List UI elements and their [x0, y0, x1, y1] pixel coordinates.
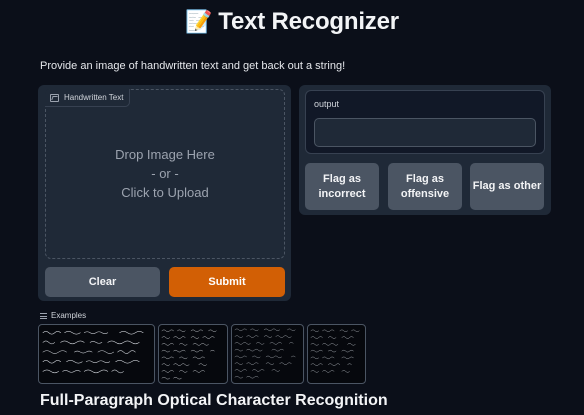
page-title: 📝 Text Recognizer — [0, 8, 584, 36]
drop-line-2: - or - — [151, 166, 179, 181]
handwriting-image-1 — [42, 330, 144, 374]
examples-label: Examples — [51, 311, 87, 320]
output-label: output — [314, 99, 340, 109]
memo-icon: 📝 — [185, 10, 213, 35]
handwriting-image-4 — [310, 329, 360, 373]
page-description: Provide an image of handwritten text and… — [40, 60, 346, 72]
image-icon — [50, 93, 59, 102]
examples-header: Examples — [40, 311, 86, 320]
example-thumbnail-3[interactable] — [231, 324, 304, 384]
example-thumbnail-4[interactable] — [307, 324, 366, 384]
handwriting-image-2 — [161, 329, 217, 380]
page-title-text: Text Recognizer — [218, 8, 399, 35]
upload-label-text: Handwritten Text — [64, 93, 124, 102]
upload-label: Handwritten Text — [45, 89, 131, 107]
drop-instructions[interactable]: Drop Image Here - or - Click to Upload — [45, 145, 285, 202]
handwriting-image-3 — [234, 328, 296, 379]
drop-line-1: Drop Image Here — [115, 147, 215, 162]
flag-other-button[interactable]: Flag as other — [470, 163, 544, 210]
submit-button[interactable]: Submit — [169, 267, 285, 297]
clear-button[interactable]: Clear — [45, 267, 160, 297]
example-thumbnail-2[interactable] — [158, 324, 228, 384]
output-textbox[interactable] — [314, 118, 536, 147]
list-icon — [40, 312, 47, 319]
example-thumbnail-1[interactable] — [38, 324, 155, 384]
flag-offensive-button[interactable]: Flag as offensive — [388, 163, 462, 210]
flag-incorrect-button[interactable]: Flag as incorrect — [305, 163, 379, 210]
section-subtitle: Full-Paragraph Optical Character Recogni… — [40, 392, 388, 409]
drop-line-3: Click to Upload — [121, 185, 209, 200]
